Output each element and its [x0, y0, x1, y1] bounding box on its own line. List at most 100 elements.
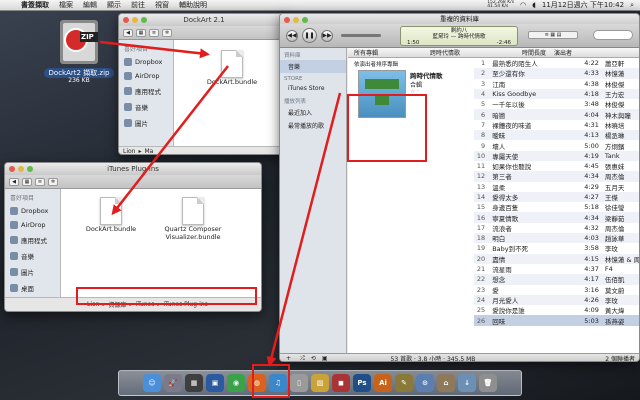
shuffle-button[interactable]: ⤮ — [297, 355, 308, 362]
dockart-titlebar[interactable]: DockArt 2.1 — [119, 14, 289, 26]
itunes-titlebar[interactable]: 重複的資料庫 — [280, 14, 639, 24]
minimize-button[interactable] — [293, 17, 299, 23]
track-row[interactable]: 21 流星雨 4:37 F4 — [474, 264, 639, 274]
minimize-button[interactable] — [18, 166, 24, 172]
search-input[interactable] — [593, 30, 633, 40]
menu-window[interactable]: 視窗 — [150, 0, 174, 10]
file-item[interactable]: DockArt.bundle — [204, 50, 260, 86]
track-row[interactable]: 4 Kiss Goodbye 4:18 王力宏 — [474, 88, 639, 100]
path-ma[interactable]: Ma — [145, 148, 154, 154]
track-row[interactable]: 17 流浪者 4:32 周杰倫 — [474, 223, 639, 233]
sidebar-item-pictures[interactable]: 圖片 — [119, 115, 173, 131]
finder-icon[interactable]: ☺ — [143, 374, 161, 392]
track-row[interactable]: 18 明白 4:03 趙詠華 — [474, 233, 639, 244]
sidebar-item-airdrop[interactable]: AirDrop — [119, 69, 173, 83]
track-row[interactable]: 9 壞人 5:00 方炯鑌 — [474, 140, 639, 151]
action-button[interactable]: ✲ — [162, 28, 172, 37]
track-row[interactable]: 10 專屬天使 4:19 Tank — [474, 150, 639, 161]
trash-icon[interactable]: ▯ — [290, 374, 308, 392]
track-row[interactable]: 7 裸體夜的味道 4:31 林曉培 — [474, 120, 639, 130]
view-mode-button[interactable]: ≡ ▦ ▤ — [528, 31, 578, 39]
col-artist[interactable]: 演出者 — [546, 48, 596, 57]
track-row[interactable]: 19 Baby到不死 3:58 李玟 — [474, 243, 639, 253]
file-item[interactable]: DockArt.bundle — [81, 197, 141, 233]
zoom-button[interactable] — [141, 17, 147, 23]
close-button[interactable] — [9, 166, 15, 172]
track-row[interactable]: 22 想念 4:17 伍佰凱 — [474, 274, 639, 285]
photoshop-icon[interactable]: Ps — [353, 374, 371, 392]
track-row[interactable]: 14 愛得太多 4:27 王傑 — [474, 191, 639, 203]
view-icons-button[interactable]: ▦ — [22, 177, 32, 186]
menu-view[interactable]: 顯示 — [102, 0, 126, 10]
chrome-icon[interactable]: ◉ — [227, 374, 245, 392]
mission-control-icon[interactable]: ▦ — [185, 374, 203, 392]
action-button[interactable]: ✲ — [48, 177, 58, 186]
sidebar-item-itunes-store[interactable]: iTunes Store — [280, 83, 346, 94]
track-row[interactable]: 5 一千年以後 3:48 林俊傑 — [474, 99, 639, 109]
sidebar-item-dropbox[interactable]: Dropbox — [119, 55, 173, 69]
col-album-name[interactable]: 跨時代情歌 — [418, 48, 498, 57]
spotlight-icon[interactable]: ⌕ — [630, 1, 634, 10]
track-row[interactable]: 20 盡情 4:15 林憶蓮 & 周杰倫 — [474, 253, 639, 264]
illustrator-icon[interactable]: Ai — [374, 374, 392, 392]
view-icons-button[interactable]: ▦ — [136, 28, 146, 37]
track-row[interactable]: 26 回味 5:03 孫燕姿 — [474, 315, 639, 326]
grab-icon[interactable]: ⊙ — [416, 374, 434, 392]
track-row[interactable]: 25 愛說你是誰 4:09 黃大煒 — [474, 305, 639, 315]
pause-button[interactable]: ❚❚ — [302, 28, 317, 43]
add-playlist-button[interactable]: + — [280, 355, 297, 361]
artwork-toggle-button[interactable]: ▣ — [319, 355, 331, 361]
sidebar-item-music[interactable]: 音樂 — [5, 248, 60, 264]
lcd-progress[interactable]: 1:50 -2:46 — [401, 40, 517, 46]
track-row[interactable]: 24 月光愛人 4:26 李玟 — [474, 294, 639, 306]
clock[interactable]: 11月12日週六 下午10:42 — [542, 0, 624, 10]
view-list-button[interactable]: ≡ — [35, 177, 45, 186]
pencil-icon[interactable]: ✎ — [395, 374, 413, 392]
virtualbox-icon[interactable]: ▣ — [206, 374, 224, 392]
track-row[interactable]: 6 暗戀 4:04 神木與瞳 — [474, 109, 639, 120]
sidebar-item-top-played[interactable]: 最常播放的歌 — [280, 119, 346, 132]
sidebar-item-recent[interactable]: 最近加入 — [280, 106, 346, 119]
zip-archive-icon[interactable]: ZIP — [56, 18, 102, 66]
launchpad-icon[interactable]: 🚀 — [164, 374, 182, 392]
track-row[interactable]: 11 如果你也聽說 4:45 張惠妹 — [474, 161, 639, 171]
col-album-header[interactable]: 所有專輯 — [348, 48, 418, 57]
track-row[interactable]: 1 最熟悉的陌生人 4:22 蕭亞軒 — [474, 58, 639, 68]
home-icon[interactable]: ⌂ — [437, 374, 455, 392]
zoom-button[interactable] — [302, 17, 308, 23]
next-button[interactable]: ▶▶ — [321, 29, 333, 42]
menu-file[interactable]: 檔案 — [54, 0, 78, 10]
track-row[interactable]: 8 曖昧 4:13 楊丞琳 — [474, 130, 639, 141]
track-row[interactable]: 12 第三者 4:34 周杰倫 — [474, 171, 639, 182]
back-button[interactable]: ◀ — [123, 28, 133, 37]
dock-trash-icon[interactable]: 🗑 — [479, 374, 497, 392]
close-button[interactable] — [123, 17, 129, 23]
menu-go[interactable]: 前往 — [126, 0, 150, 10]
track-row[interactable]: 15 身邊百隻 5:18 徐佳瑩 — [474, 202, 639, 212]
menu-edit[interactable]: 編輯 — [78, 0, 102, 10]
sidebar-item-applications[interactable]: 應用程式 — [5, 232, 60, 248]
sidebar-item-dropbox[interactable]: Dropbox — [5, 204, 60, 218]
previous-button[interactable]: ◀◀ — [286, 29, 298, 42]
back-button[interactable]: ◀ — [9, 177, 19, 186]
sidebar-item-music[interactable]: 音樂 — [119, 99, 173, 115]
menu-app[interactable]: 書簽擷取 — [16, 0, 54, 10]
track-row[interactable]: 23 愛 3:16 莫文蔚 — [474, 285, 639, 295]
track-row[interactable]: 16 寧夏情歌 4:34 梁靜茹 — [474, 212, 639, 223]
file-item[interactable]: Quartz Composer Visualizer.bundle — [153, 197, 233, 241]
zoom-button[interactable] — [27, 166, 33, 172]
sidebar-item-airdrop[interactable]: AirDrop — [5, 218, 60, 232]
repeat-button[interactable]: ⟲ — [308, 355, 319, 361]
sidebar-item-music[interactable]: 音樂 — [280, 60, 346, 73]
volume-slider[interactable] — [341, 34, 381, 37]
menu-help[interactable]: 輔助說明 — [174, 0, 212, 10]
col-time[interactable]: 時間長度 — [498, 48, 546, 57]
track-row[interactable]: 13 溫柔 4:29 五月天 — [474, 182, 639, 192]
sidebar-item-pictures[interactable]: 圖片 — [5, 264, 60, 280]
sidebar-item-applications[interactable]: 應用程式 — [119, 83, 173, 99]
plugins-titlebar[interactable]: iTunes Plug-ins — [5, 163, 261, 175]
photo-booth-icon[interactable]: ◼ — [332, 374, 350, 392]
downloads-icon[interactable]: ↓ — [458, 374, 476, 392]
view-list-button[interactable]: ≡ — [149, 28, 159, 37]
track-row[interactable]: 3 江南 4:38 林俊傑 — [474, 79, 639, 89]
